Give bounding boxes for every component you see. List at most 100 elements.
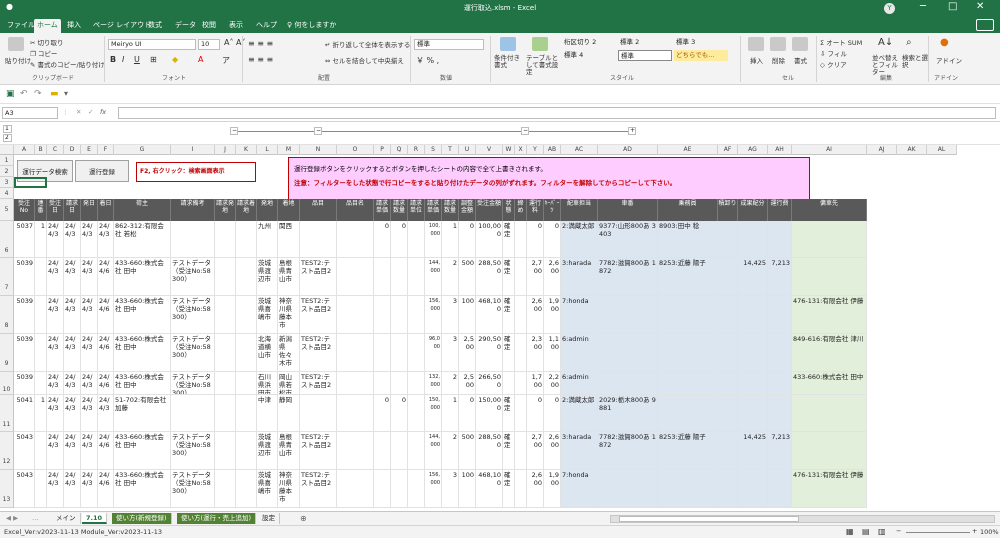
table-cell[interactable] bbox=[337, 258, 374, 296]
table-cell[interactable] bbox=[515, 470, 527, 508]
table-cell[interactable]: 476-131:有限会社 伊藤 bbox=[792, 296, 867, 334]
table-cell[interactable]: 0 bbox=[459, 221, 476, 258]
table-cell[interactable]: 3 bbox=[442, 296, 459, 334]
table-cell[interactable]: 100,000 bbox=[476, 221, 503, 258]
column-header[interactable]: Y bbox=[527, 145, 544, 155]
fill-color-icon[interactable]: ◆ bbox=[172, 55, 178, 64]
table-header-cell[interactable]: 成果配分 bbox=[738, 199, 768, 221]
table-cell[interactable]: 51-702:有限会社 加藤 bbox=[114, 395, 171, 432]
table-cell[interactable] bbox=[718, 432, 738, 470]
table-cell[interactable]: 24/4/6 bbox=[98, 372, 114, 395]
table-cell[interactable]: 1 bbox=[35, 221, 47, 258]
table-format-icon[interactable] bbox=[532, 37, 548, 51]
table-header-cell[interactable]: ｷｰﾊﾟｰﾂ bbox=[544, 199, 561, 221]
tab-help[interactable]: ヘルプ bbox=[253, 19, 280, 33]
table-cell[interactable]: テストデータ（受注No:58300） bbox=[171, 372, 215, 395]
fill-button[interactable]: ⇩ フィル bbox=[820, 48, 847, 58]
table-header-cell[interactable]: 請求単価 bbox=[374, 199, 391, 221]
column-header[interactable]: I bbox=[171, 145, 215, 155]
table-cell[interactable]: 150,000 bbox=[476, 395, 503, 432]
font-color-icon[interactable]: A bbox=[198, 55, 203, 64]
column-header[interactable]: J bbox=[215, 145, 236, 155]
table-cell[interactable] bbox=[768, 372, 792, 395]
row-header[interactable]: 7 bbox=[0, 258, 14, 296]
table-cell[interactable] bbox=[658, 296, 718, 334]
table-cell[interactable]: 24/4/6 bbox=[98, 334, 114, 372]
table-header-cell[interactable]: 受注金額 bbox=[476, 199, 503, 221]
table-cell[interactable]: 5043 bbox=[14, 432, 35, 470]
table-cell[interactable] bbox=[215, 334, 236, 372]
table-cell[interactable] bbox=[391, 470, 408, 508]
table-cell[interactable] bbox=[215, 432, 236, 470]
table-cell[interactable]: 2,600 bbox=[527, 296, 544, 334]
table-cell[interactable] bbox=[374, 296, 391, 334]
table-header-cell[interactable]: 調整金額 bbox=[459, 199, 476, 221]
font-size-select[interactable]: 10 bbox=[198, 39, 220, 50]
worksheet-grid[interactable]: A B C D E F G I J K L M N O P Q R S T U V W X Y AB AC AD AE AF AG AH AI… bbox=[0, 145, 1000, 511]
style-normal[interactable]: 標準 bbox=[618, 50, 672, 61]
table-cell[interactable]: テストデータ（受注No:58300） bbox=[171, 470, 215, 508]
table-cell[interactable] bbox=[408, 372, 425, 395]
table-cell[interactable]: 0 bbox=[391, 395, 408, 432]
table-cell[interactable] bbox=[408, 395, 425, 432]
table-cell[interactable]: 156,000 bbox=[425, 470, 442, 508]
table-cell[interactable]: 24/4/3 bbox=[64, 470, 81, 508]
column-header[interactable]: B bbox=[35, 145, 47, 155]
table-cell[interactable] bbox=[768, 470, 792, 508]
row-header[interactable]: 13 bbox=[0, 470, 14, 508]
table-cell[interactable]: 5039 bbox=[14, 258, 35, 296]
table-cell[interactable]: 3:harada bbox=[561, 258, 598, 296]
expand-button[interactable]: + bbox=[628, 127, 636, 135]
table-cell[interactable] bbox=[792, 395, 867, 432]
table-cell[interactable] bbox=[598, 334, 658, 372]
table-cell[interactable]: テストデータ（受注No:58300） bbox=[171, 432, 215, 470]
table-cell[interactable] bbox=[768, 221, 792, 258]
table-cell[interactable] bbox=[35, 432, 47, 470]
row-header[interactable]: 10 bbox=[0, 372, 14, 395]
selected-cell[interactable] bbox=[14, 177, 47, 188]
format-cells-icon[interactable] bbox=[792, 37, 808, 51]
table-header-cell[interactable]: 請求備考 bbox=[171, 199, 215, 221]
table-cell[interactable]: 新潟県佐々木市 bbox=[278, 334, 300, 372]
zoom-slider[interactable] bbox=[906, 532, 970, 533]
table-header-cell[interactable]: 品目名 bbox=[337, 199, 374, 221]
tab-view[interactable]: 表示 bbox=[226, 19, 246, 33]
table-cell[interactable] bbox=[718, 258, 738, 296]
sort-filter-icon[interactable]: A↓ bbox=[878, 37, 893, 48]
phonetic-icon[interactable]: ア bbox=[222, 55, 230, 66]
paste-label[interactable]: 貼り付け bbox=[5, 55, 31, 65]
table-cell[interactable]: 24/4/6 bbox=[98, 470, 114, 508]
table-cell[interactable]: 100,000 bbox=[425, 221, 442, 258]
table-cell[interactable]: 確定 bbox=[503, 395, 515, 432]
paste-icon[interactable] bbox=[8, 37, 24, 51]
table-cell[interactable]: 0 bbox=[527, 395, 544, 432]
table-header-cell[interactable]: 連番 bbox=[35, 199, 47, 221]
table-cell[interactable]: 3 bbox=[442, 334, 459, 372]
table-cell[interactable] bbox=[374, 334, 391, 372]
table-header-cell[interactable]: 受注No bbox=[14, 199, 35, 221]
table-cell[interactable] bbox=[515, 372, 527, 395]
table-cell[interactable] bbox=[768, 334, 792, 372]
avatar[interactable]: Y bbox=[884, 3, 895, 14]
table-cell[interactable]: 2,600 bbox=[544, 258, 561, 296]
clear-button[interactable]: ◇ クリア bbox=[820, 59, 847, 69]
delete-cells-button[interactable]: 削除 bbox=[772, 55, 785, 65]
table-cell[interactable]: 7,213 bbox=[768, 432, 792, 470]
table-cell[interactable] bbox=[408, 221, 425, 258]
column-header[interactable]: AE bbox=[658, 145, 718, 155]
table-cell[interactable]: 確定 bbox=[503, 470, 515, 508]
table-cell[interactable]: 433-660:株式会社 田中 bbox=[114, 258, 171, 296]
table-cell[interactable]: 1,900 bbox=[544, 470, 561, 508]
table-cell[interactable]: 24/4/3 bbox=[81, 395, 98, 432]
table-cell[interactable]: 0 bbox=[391, 221, 408, 258]
table-cell[interactable] bbox=[718, 296, 738, 334]
tell-me-search[interactable]: ♀ 何をしますか bbox=[284, 19, 339, 33]
table-cell[interactable] bbox=[171, 221, 215, 258]
table-header-cell[interactable]: 傭車先 bbox=[792, 199, 867, 221]
table-cell[interactable]: 8903:田中 稔 bbox=[658, 221, 718, 258]
column-header[interactable]: K bbox=[236, 145, 257, 155]
share-button[interactable] bbox=[976, 19, 994, 31]
table-cell[interactable]: 5039 bbox=[14, 296, 35, 334]
table-cell[interactable]: 5043 bbox=[14, 470, 35, 508]
column-header[interactable]: S bbox=[425, 145, 442, 155]
